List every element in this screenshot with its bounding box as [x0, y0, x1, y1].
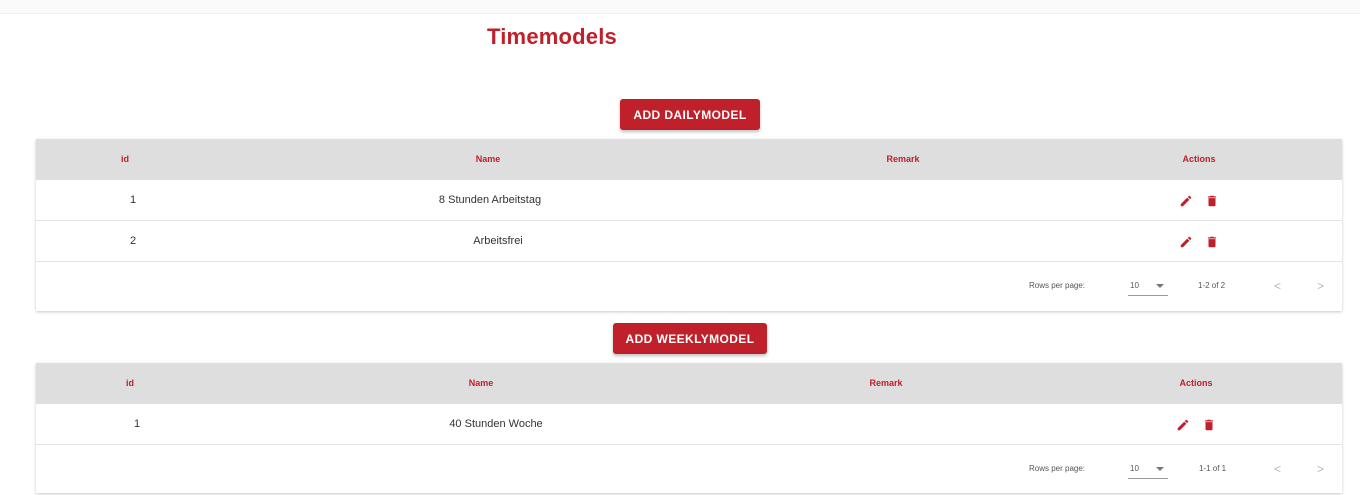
table-pagination: Rows per page: 10 1-1 of 1 < >: [36, 445, 1342, 493]
pencil-icon[interactable]: [1178, 193, 1194, 209]
rows-per-page-label: Rows per page:: [1029, 464, 1086, 473]
table-row: 1 8 Stunden Arbeitstag: [36, 180, 1342, 221]
chevron-left-icon[interactable]: <: [1274, 445, 1281, 493]
table-header: id Name Remark Actions: [36, 139, 1342, 180]
cell-name: 40 Stunden Woche: [449, 418, 543, 430]
trash-icon[interactable]: [1204, 234, 1220, 250]
table-row: 1 40 Stunden Woche: [36, 404, 1342, 445]
table-pagination: Rows per page: 10 1-2 of 2 < >: [36, 262, 1342, 310]
column-header-name[interactable]: Name: [476, 139, 501, 180]
table-header: id Name Remark Actions: [36, 363, 1342, 404]
cell-name: Arbeitsfrei: [473, 235, 523, 247]
caret-down-icon: [1156, 284, 1164, 288]
rows-per-page-select[interactable]: 10: [1128, 459, 1168, 479]
weeklymodel-table: id Name Remark Actions 1 40 Stunden Woch…: [36, 363, 1342, 493]
pagination-range: 1-1 of 1: [1199, 464, 1227, 473]
row-actions: [1178, 221, 1220, 262]
pagination-range: 1-2 of 2: [1198, 281, 1226, 290]
column-header-actions: Actions: [1182, 154, 1216, 164]
add-dailymodel-button[interactable]: ADD DAILYMODEL: [620, 99, 760, 130]
cell-name: 8 Stunden Arbeitstag: [438, 194, 542, 206]
rows-per-page-select[interactable]: 10: [1128, 276, 1168, 296]
add-weeklymodel-button[interactable]: ADD WEEKLYMODEL: [613, 323, 767, 354]
trash-icon[interactable]: [1201, 417, 1217, 433]
pencil-icon[interactable]: [1178, 234, 1194, 250]
chevron-right-icon[interactable]: >: [1317, 445, 1324, 493]
cell-id: 1: [129, 194, 137, 206]
row-actions: [1175, 404, 1217, 445]
column-header-actions: Actions: [1179, 378, 1213, 388]
column-header-id[interactable]: id: [126, 363, 134, 404]
cell-id: 2: [129, 235, 137, 247]
pencil-icon[interactable]: [1175, 417, 1191, 433]
rows-per-page-label: Rows per page:: [1029, 281, 1086, 290]
cell-id: 1: [133, 418, 141, 430]
column-header-name[interactable]: Name: [469, 363, 494, 404]
column-header-remark[interactable]: Remark: [869, 363, 902, 404]
rows-per-page-value: 10: [1130, 281, 1139, 290]
chevron-right-icon[interactable]: >: [1317, 262, 1324, 310]
page-title: Timemodels: [487, 24, 617, 49]
trash-icon[interactable]: [1204, 193, 1220, 209]
top-bar: [0, 0, 1360, 14]
chevron-left-icon[interactable]: <: [1274, 262, 1281, 310]
column-header-remark[interactable]: Remark: [886, 139, 919, 180]
row-actions: [1178, 180, 1220, 221]
caret-down-icon: [1156, 467, 1164, 471]
table-row: 2 Arbeitsfrei: [36, 221, 1342, 262]
rows-per-page-value: 10: [1130, 464, 1139, 473]
dailymodel-table: id Name Remark Actions 1 8 Stunden Arbei…: [36, 139, 1342, 311]
column-header-id[interactable]: id: [121, 139, 129, 180]
